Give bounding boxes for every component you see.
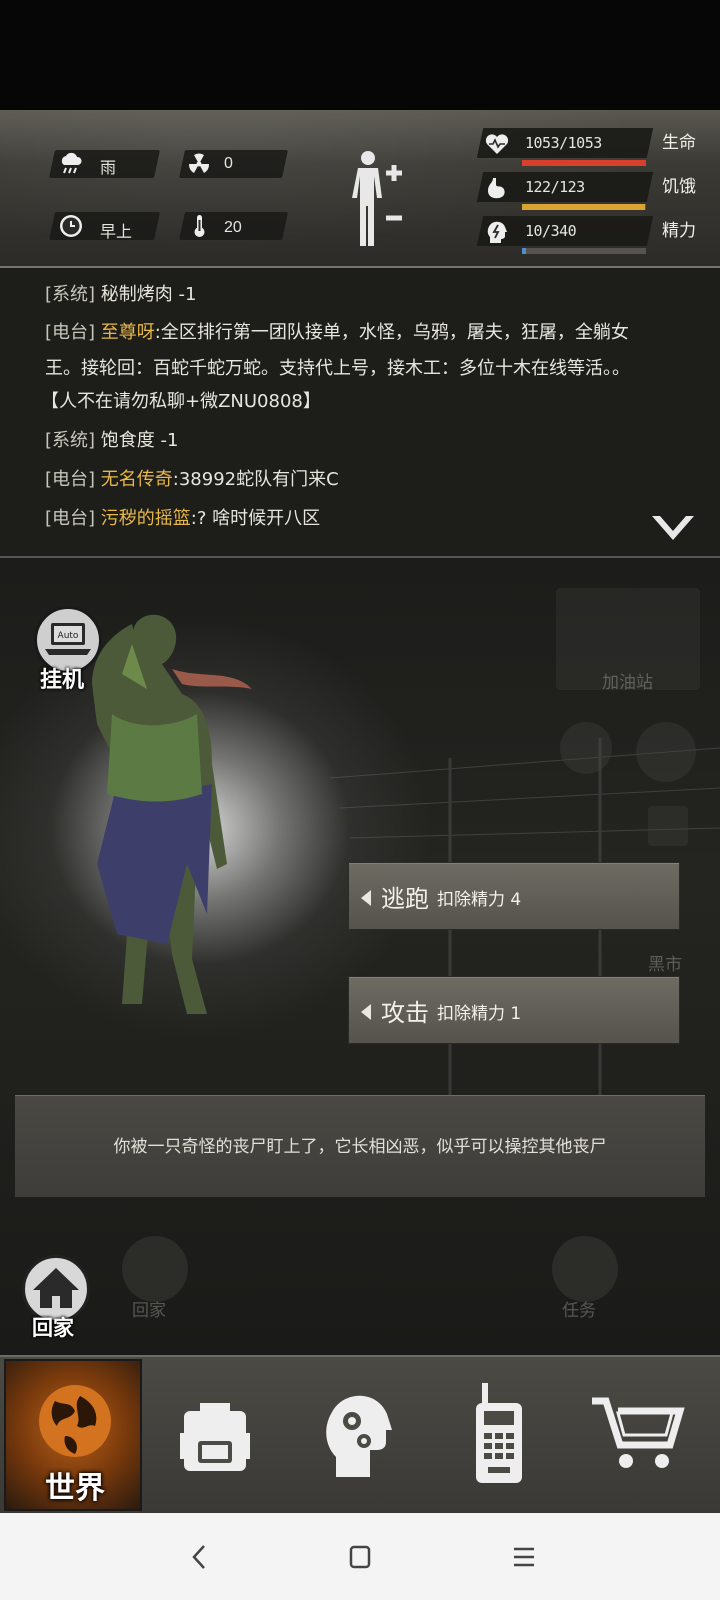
- radiation-icon: [184, 149, 214, 179]
- mail-icon[interactable]: [560, 722, 612, 774]
- body-status-button[interactable]: [346, 148, 416, 248]
- attack-arrow-icon: [361, 1004, 371, 1020]
- backpack-icon: [180, 1403, 250, 1471]
- gear-icon[interactable]: [636, 722, 696, 782]
- svg-text:Auto: Auto: [58, 631, 79, 641]
- house-icon: [33, 1268, 79, 1308]
- health-label: 生命: [662, 133, 696, 153]
- back-icon[interactable]: [182, 1541, 218, 1573]
- nav-skills[interactable]: [288, 1359, 426, 1511]
- nav-shop[interactable]: [572, 1359, 710, 1511]
- home-icon[interactable]: [342, 1541, 378, 1573]
- hunger-label: 饥饿: [662, 177, 696, 197]
- brain-skills-icon: [326, 1395, 392, 1477]
- nav-backpack[interactable]: [146, 1359, 284, 1511]
- heart-icon: [485, 134, 509, 154]
- energy-fill: [522, 248, 526, 254]
- health-fill: [522, 160, 646, 166]
- flee-cost: 扣除精力 4: [437, 890, 522, 910]
- home-faded-label: 回家: [132, 1301, 166, 1321]
- home-shortcut-faded: [122, 1236, 188, 1302]
- walkie-talkie-icon: [476, 1383, 522, 1483]
- task-icon[interactable]: [552, 1236, 618, 1302]
- nav-world[interactable]: 世界: [4, 1359, 142, 1511]
- log-line: [电台] 污秽的摇篮:? 啥时候开八区: [45, 508, 321, 529]
- radiation-value: 0: [224, 155, 233, 172]
- gas-station-label: 加油站: [602, 673, 653, 693]
- log-line: [系统] 秘制烤肉 -1: [45, 284, 197, 305]
- gift-icon[interactable]: [648, 806, 688, 846]
- attack-button[interactable]: 攻击 扣除精力 1: [348, 976, 680, 1044]
- head-energy-icon: [487, 221, 507, 243]
- health-value: 1053/1053: [525, 134, 602, 152]
- auto-battle-label: 挂机: [40, 668, 85, 693]
- energy-value: 10/340: [525, 222, 577, 240]
- rain-cloud-icon: [56, 149, 86, 179]
- recents-menu-icon[interactable]: [506, 1541, 542, 1573]
- log-line: 王。接轮回：百蛇千蛇万蛇。支持代上号，接木工：多位十木在线等活。。: [45, 358, 630, 379]
- time-value: 早上: [100, 224, 133, 241]
- weather-value: 雨: [100, 160, 117, 177]
- nav-world-label: 世界: [45, 1471, 105, 1506]
- globe-icon: [39, 1385, 111, 1457]
- health-bar: 1053/1053: [476, 128, 654, 168]
- stomach-icon: [488, 178, 505, 199]
- temperature-value: 20: [224, 219, 242, 236]
- log-line: [电台] 至尊呀:全区排行第一团队接单，水怪，乌鸦，屠夫，狂屠，全躺女: [45, 322, 629, 343]
- black-market-label: 黑市: [648, 955, 682, 975]
- flee-arrow-icon: [361, 890, 371, 906]
- go-home-label: 回家: [32, 1316, 74, 1340]
- hunger-bar: 122/123: [476, 172, 654, 212]
- body-figure-icon: [352, 151, 402, 246]
- hunger-value: 122/123: [525, 178, 585, 196]
- log-line: 【人不在请勿私聊+微ZNU0808】: [41, 391, 321, 412]
- clock-icon: [56, 211, 86, 241]
- attack-cost: 扣除精力 1: [437, 1004, 522, 1024]
- task-label: 任务: [562, 1301, 596, 1321]
- energy-bar: 10/340: [476, 216, 654, 256]
- hunger-fill: [522, 204, 645, 210]
- energy-label: 精力: [662, 221, 696, 241]
- system-navigation-bar: [0, 1513, 720, 1600]
- flee-label: 逃跑: [381, 885, 429, 913]
- expand-log-chevron-icon[interactable]: [650, 514, 696, 544]
- attack-label: 攻击: [381, 999, 429, 1027]
- event-text: 你被一只奇怪的丧尸盯上了，它长相凶恶，似乎可以操控其他丧尸: [113, 1137, 607, 1157]
- shopping-cart-icon: [592, 1397, 685, 1468]
- nav-radio[interactable]: [430, 1359, 568, 1511]
- event-description-box: 你被一只奇怪的丧尸盯上了，它长相凶恶，似乎可以操控其他丧尸: [15, 1095, 705, 1197]
- log-line: [电台] 无名传奇:38992蛇队有门来C: [45, 469, 339, 490]
- flee-button[interactable]: 逃跑 扣除精力 4: [348, 862, 680, 930]
- bottom-nav: 世界: [0, 1355, 720, 1513]
- thermometer-icon: [184, 211, 214, 241]
- top-spacer: [0, 0, 720, 110]
- log-line: [系统] 饱食度 -1: [45, 430, 179, 451]
